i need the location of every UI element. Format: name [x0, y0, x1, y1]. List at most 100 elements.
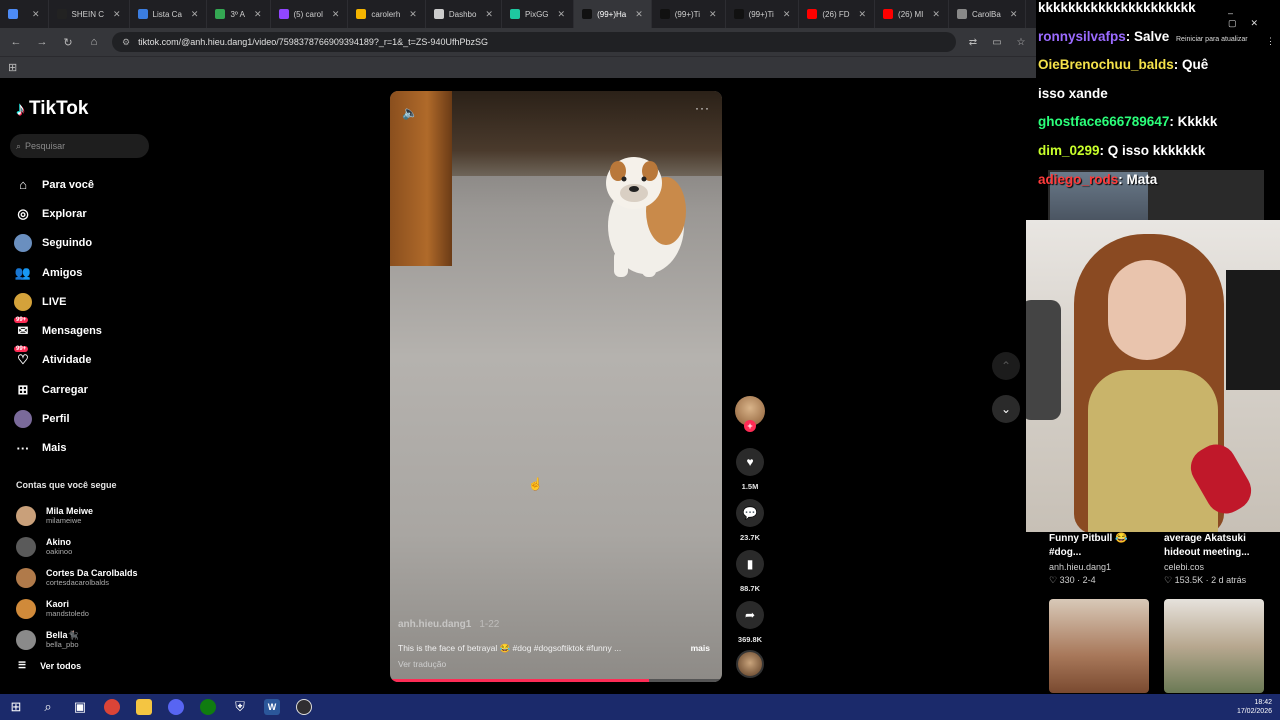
nav-item[interactable]: ⊞ Carregar	[14, 375, 164, 404]
home-icon[interactable]: ⌂	[86, 36, 102, 48]
translate-icon[interactable]: ⇄	[966, 37, 980, 48]
nav-item[interactable]: 👥 Amigos	[14, 258, 164, 287]
nav-item[interactable]: LIVE	[14, 287, 164, 316]
tab-label: (99+)Ti	[748, 9, 774, 19]
nav-item[interactable]: ♡ 99+ Atividade	[14, 346, 164, 375]
task-view-icon[interactable]: ▣	[64, 694, 96, 720]
browser-tab[interactable]: (99+)Ti ✕	[652, 0, 726, 28]
comment-button[interactable]: 💬 23.7K	[733, 499, 767, 542]
see-all-link[interactable]: ☰ Ver todos	[18, 660, 81, 671]
nav-item[interactable]: ◎ Explorar	[14, 199, 164, 228]
recommended-thumbnail-3[interactable]	[1049, 599, 1149, 693]
recommended-card-2[interactable]: average Akatsuki hideout meeting... cele…	[1164, 532, 1274, 586]
tab-close-icon[interactable]: ✕	[113, 9, 121, 20]
following-account[interactable]: Cortes Da Carolbalds cortesdacarolbalds	[16, 562, 166, 593]
window-controls[interactable]: –▢✕	[1228, 8, 1280, 29]
creator-avatar[interactable]: +	[735, 396, 765, 432]
tab-close-icon[interactable]: ✕	[191, 9, 199, 20]
browser-tab[interactable]: (99+)Ti ✕	[726, 0, 800, 28]
search-taskbar-icon[interactable]: ⌕	[32, 694, 64, 720]
xbox-icon[interactable]	[192, 694, 224, 720]
chrome-icon[interactable]	[96, 694, 128, 720]
search-input[interactable]: ⌕ Pesquisar	[10, 134, 149, 158]
system-clock[interactable]: 18:42 17/02/2026	[1237, 698, 1272, 716]
save-button[interactable]: ▮ 88.7K	[733, 550, 767, 593]
tab-label: (99+)Ha	[597, 9, 627, 19]
browser-tab[interactable]: carolerh ✕	[348, 0, 426, 28]
tab-close-icon[interactable]: ✕	[635, 9, 643, 20]
file-explorer-icon[interactable]	[128, 694, 160, 720]
video-author-name: anh.hieu.dang1	[398, 619, 472, 630]
tab-close-icon[interactable]: ✕	[783, 9, 791, 20]
forward-icon[interactable]: →	[34, 36, 50, 48]
browser-tab[interactable]: (99+)Ha ✕	[574, 0, 652, 28]
tab-favicon-icon	[883, 9, 894, 19]
tab-favicon-icon	[433, 9, 444, 19]
video-author[interactable]: anh.hieu.dang1 1-22	[398, 619, 499, 630]
recommended-card-1[interactable]: Funny Pitbull 😂 #dog... anh.hieu.dang1 ♡…	[1049, 532, 1159, 586]
following-account[interactable]: Bella🐈‍⬛ bella_pbo	[16, 624, 166, 655]
tab-close-icon[interactable]: ✕	[32, 9, 40, 20]
nav-item[interactable]: ✉ 99+ Mensagens	[14, 316, 164, 345]
tab-close-icon[interactable]: ✕	[932, 9, 940, 20]
video-player[interactable]: 🔈 ··· ☝ anh.hieu.dang1 1-22 This is the …	[390, 91, 722, 682]
tab-favicon-icon	[659, 9, 670, 19]
word-icon[interactable]: W	[256, 694, 288, 720]
following-account[interactable]: Akino oakinoo	[16, 531, 166, 562]
browser-tab[interactable]: CarolBa ✕	[949, 0, 1027, 28]
recommended-thumbnail-4[interactable]	[1164, 599, 1264, 693]
nav-item[interactable]: ··· Mais	[14, 434, 164, 463]
browser-tab[interactable]: 3º A ✕	[207, 0, 271, 28]
browser-tab[interactable]: ✕	[0, 0, 49, 28]
tab-close-icon[interactable]: ✕	[254, 9, 262, 20]
browser-tab[interactable]: Dashbo ✕	[426, 0, 502, 28]
video-progress-bar[interactable]	[390, 679, 722, 682]
reload-to-update-button[interactable]: Reiniciar para atualizar	[1176, 36, 1248, 43]
browser-tab[interactable]: (26) FD ✕	[799, 0, 876, 28]
address-bar[interactable]: ⚙ tiktok.com/@anh.hieu.dang1/video/75983…	[112, 32, 956, 52]
back-icon[interactable]: ←	[8, 36, 24, 48]
security-shield-icon[interactable]: ⛨	[224, 694, 256, 720]
reload-icon[interactable]: ↻	[60, 36, 76, 49]
browser-tab[interactable]: PixGG ✕	[502, 0, 575, 28]
tab-close-icon[interactable]: ✕	[859, 9, 867, 20]
nav-item[interactable]: ⌂ Para você	[14, 170, 164, 199]
tab-close-icon[interactable]: ✕	[409, 9, 417, 20]
tab-close-icon[interactable]: ✕	[485, 9, 493, 20]
browser-tab[interactable]: SHEIN C ✕	[49, 0, 130, 28]
tab-close-icon[interactable]: ✕	[1010, 9, 1018, 20]
cast-icon[interactable]: ▭	[990, 37, 1004, 48]
following-section-title: Contas que você segue	[16, 480, 117, 490]
tab-close-icon[interactable]: ✕	[558, 9, 566, 20]
browser-tab[interactable]: (5) carol ✕	[271, 0, 349, 28]
like-button[interactable]: ♥ 1.5M	[733, 448, 767, 491]
following-account[interactable]: Mila Meiwe milameiwe	[16, 500, 166, 531]
follow-plus-icon[interactable]: +	[744, 420, 756, 432]
overlay-menu-icon[interactable]: ⋮	[1266, 36, 1275, 47]
see-translation-link[interactable]: Ver tradução	[398, 659, 446, 669]
tab-close-icon[interactable]: ✕	[332, 9, 340, 20]
following-account[interactable]: Kaori mandstoledo	[16, 593, 166, 624]
tab-close-icon[interactable]: ✕	[709, 9, 717, 20]
discord-icon[interactable]	[160, 694, 192, 720]
nav-item[interactable]: Seguindo	[14, 229, 164, 258]
bookmark-star-icon[interactable]: ☆	[1014, 37, 1028, 48]
music-disc-icon[interactable]	[736, 650, 764, 678]
caption-more-link[interactable]: mais	[691, 643, 710, 653]
share-button[interactable]: ➦ 369.8K	[733, 601, 767, 644]
previous-video-button[interactable]: ⌃	[992, 352, 1020, 380]
site-info-icon[interactable]: ⚙	[122, 37, 130, 48]
volume-icon[interactable]: 🔈	[402, 105, 418, 121]
video-more-icon[interactable]: ···	[695, 101, 710, 115]
nav-item[interactable]: Perfil	[14, 404, 164, 433]
recommended-title: Funny Pitbull 😂 #dog...	[1049, 533, 1128, 558]
next-video-button[interactable]: ⌄	[992, 395, 1020, 423]
apps-grid-icon[interactable]: ⊞	[8, 61, 17, 74]
browser-tab-bar: ✕ SHEIN C ✕ Lista Ca ✕ 3º A ✕ (5) carol ✕ caroler…	[0, 0, 1036, 28]
bulldog-image	[606, 157, 686, 277]
windows-start-icon[interactable]: ⊞	[0, 694, 32, 720]
tiktok-logo[interactable]: ♪ TikTok	[16, 98, 88, 120]
obs-icon[interactable]	[288, 694, 320, 720]
browser-tab[interactable]: (26) MI ✕	[875, 0, 949, 28]
browser-tab[interactable]: Lista Ca ✕	[130, 0, 208, 28]
